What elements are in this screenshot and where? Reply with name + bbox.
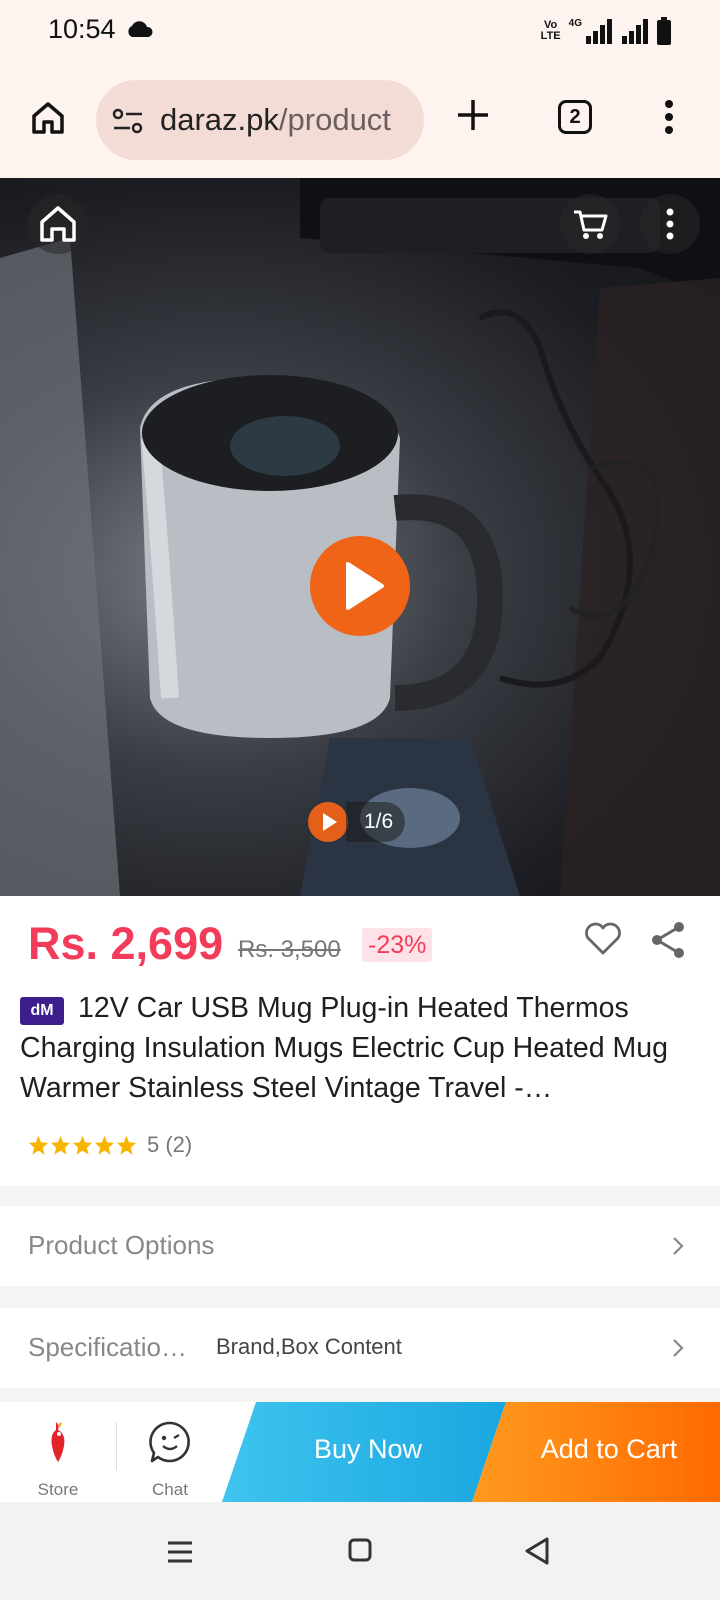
status-icons: Vo LTE 4G <box>539 16 672 46</box>
section-divider <box>0 1186 720 1206</box>
product-media[interactable]: 1/6 <box>0 178 720 896</box>
chat-icon <box>149 1421 190 1463</box>
product-price: Rs. 2,699 <box>28 918 224 969</box>
star-icon <box>94 1135 115 1155</box>
status-time: 10:54 <box>48 14 116 44</box>
original-price: Rs. 3,500 <box>238 936 341 963</box>
product-options-row[interactable]: Product Options <box>0 1206 720 1286</box>
image-counter: 1/6 <box>346 802 406 842</box>
status-bar: 10:54 Vo LTE 4G <box>0 0 720 64</box>
specifications-value: Brand,Box Content <box>216 1334 402 1359</box>
product-title-text: 12V Car USB Mug Plug-in Heated Thermos C… <box>20 992 668 1104</box>
section-divider <box>0 1286 720 1308</box>
star-icon <box>116 1135 137 1155</box>
new-tab-icon[interactable] <box>456 98 490 132</box>
divider <box>116 1422 117 1470</box>
action-bar: Store Chat Buy Now Add to Cart <box>0 1402 720 1502</box>
recents-icon[interactable] <box>166 1540 194 1564</box>
specifications-row[interactable]: Specificatio… Brand,Box Content <box>0 1308 720 1388</box>
add-to-cart-label: Add to Cart <box>540 1434 678 1464</box>
url-text[interactable]: daraz.pk/product <box>160 102 410 138</box>
url-domain: daraz.pk <box>160 102 279 137</box>
signal-icon <box>586 19 612 44</box>
back-icon[interactable] <box>524 1536 550 1566</box>
store-button[interactable]: Store <box>0 1402 116 1502</box>
battery-icon <box>657 17 671 45</box>
store-icon <box>51 1422 65 1462</box>
signal-icon <box>622 19 648 44</box>
rating-text: 5 (2) <box>147 1132 193 1157</box>
chat-label: Chat <box>152 1480 188 1499</box>
volte-icon: Vo LTE <box>540 19 561 42</box>
add-to-cart-button[interactable]: Add to Cart <box>472 1402 720 1502</box>
video-thumb-button[interactable] <box>308 802 348 842</box>
share-icon[interactable] <box>648 920 688 960</box>
product-options-label: Product Options <box>28 1230 215 1260</box>
media-cart-button[interactable] <box>560 194 620 254</box>
browser-toolbar: daraz.pk/product 2 <box>0 64 720 178</box>
section-divider <box>0 1388 720 1402</box>
play-video-button[interactable] <box>310 536 410 636</box>
buy-now-button[interactable]: Buy Now <box>222 1402 506 1502</box>
address-bar[interactable]: daraz.pk/product <box>96 80 424 160</box>
star-icon <box>28 1135 49 1155</box>
chat-button[interactable]: Chat <box>118 1402 222 1502</box>
seller-badge: dM <box>20 997 64 1025</box>
heart-icon[interactable] <box>584 922 622 956</box>
media-home-button[interactable] <box>28 194 88 254</box>
star-icon <box>72 1135 93 1155</box>
system-nav-bar <box>0 1502 720 1600</box>
tab-switcher-button[interactable]: 2 <box>558 100 592 134</box>
menu-icon[interactable] <box>664 100 674 134</box>
more-icon <box>666 208 674 240</box>
cart-icon <box>574 210 608 239</box>
store-label: Store <box>37 1480 79 1499</box>
star-icon <box>50 1135 71 1155</box>
chevron-right-icon <box>673 1339 684 1357</box>
play-icon <box>323 813 337 831</box>
product-title: dM 12V Car USB Mug Plug-in Heated Thermos… <box>20 988 700 1108</box>
home-icon <box>40 206 76 242</box>
play-icon <box>346 562 384 610</box>
network-type: 4G <box>568 17 582 29</box>
site-settings-icon[interactable] <box>112 108 144 134</box>
media-more-button[interactable] <box>640 194 700 254</box>
buy-now-label: Buy Now <box>313 1434 423 1464</box>
discount-badge: -23% <box>362 928 433 962</box>
home-icon[interactable] <box>28 98 68 138</box>
product-rating[interactable]: 5 (2) <box>28 1132 192 1158</box>
specifications-label: Specificatio… <box>28 1332 187 1362</box>
cloud-icon <box>128 21 153 37</box>
chevron-right-icon <box>673 1237 684 1255</box>
url-path: /product <box>278 102 391 137</box>
system-home-icon[interactable] <box>348 1538 372 1562</box>
